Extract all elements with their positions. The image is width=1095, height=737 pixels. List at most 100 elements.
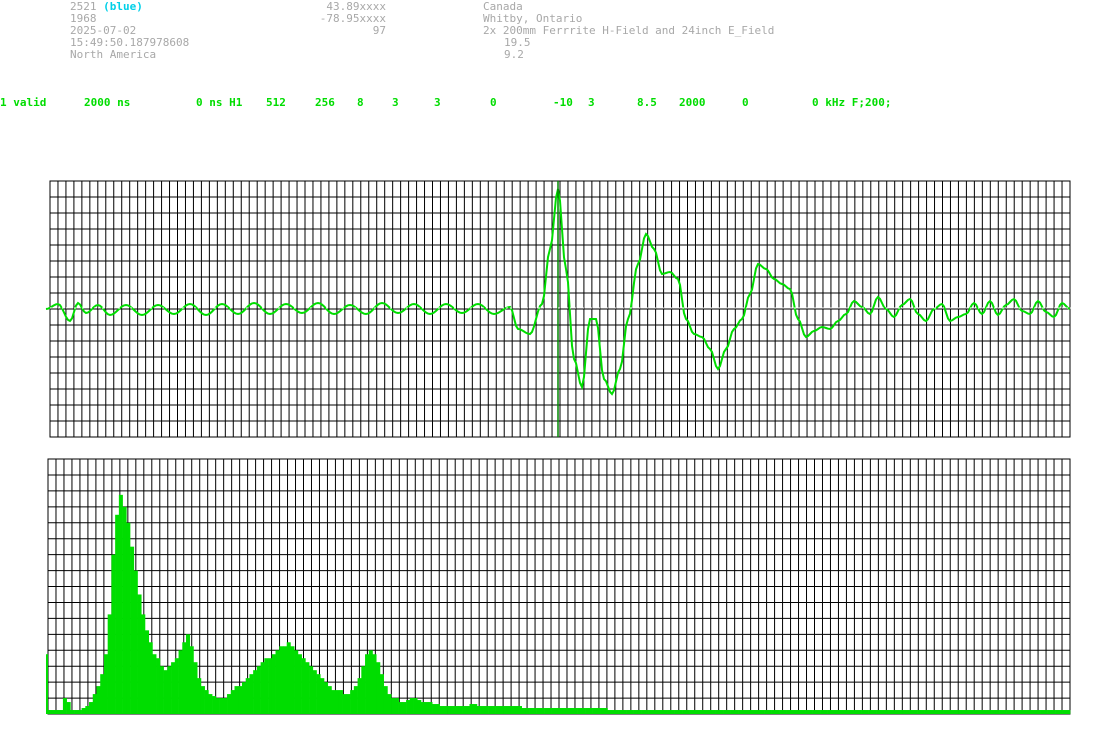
spectrum-bar (141, 614, 146, 714)
spectrum-bar (823, 710, 828, 714)
spectrum-bar (387, 694, 392, 714)
spectrum-bar (458, 706, 463, 714)
spectrum-bar (394, 698, 399, 714)
spectrum-bar (439, 706, 444, 714)
spectrum-bar (622, 710, 627, 714)
spectrum-bar (775, 710, 780, 714)
spectrum-bar (715, 710, 720, 714)
spectrum-bar (749, 710, 754, 714)
spectrum-bar (264, 658, 269, 714)
spectrum-bar (741, 710, 746, 714)
spectrum-bar (379, 674, 384, 714)
spectrum-bar (133, 570, 138, 714)
spectrum-bar (853, 710, 858, 714)
spectrum-bar (316, 674, 321, 714)
spectrum-bar (719, 710, 724, 714)
spectrum-bar (626, 710, 631, 714)
spectrum-bar (178, 650, 183, 714)
spectrum-bar (711, 710, 716, 714)
spectrum-bar (682, 710, 687, 714)
spectrum-bar (697, 710, 702, 714)
spectrum-bar (1028, 710, 1033, 714)
spectrum-bar (223, 698, 228, 714)
spectrum-bar (600, 708, 605, 714)
spectrum-bar (324, 682, 329, 715)
spectrum-bar (189, 646, 194, 714)
spectrum-bar (1017, 710, 1022, 714)
spectrum-bar (260, 662, 265, 714)
spectrum-bar (238, 686, 243, 714)
spectrum-bar (838, 710, 843, 714)
spectrum-bar (473, 704, 478, 714)
spectrum-bar (704, 710, 709, 714)
spectrum-bar (726, 710, 731, 714)
spectrum-bar (958, 710, 963, 714)
spectrum-bar (409, 698, 414, 714)
spectrum-bar (171, 662, 176, 714)
spectrum-bar (1040, 710, 1045, 714)
spectrum-bar (208, 694, 213, 714)
spectrum-bar (1066, 710, 1071, 714)
spectrum-bar (503, 706, 508, 714)
spectrum-bar (723, 710, 728, 714)
spectrum-bar (309, 666, 314, 714)
spectrum-bar (499, 706, 504, 714)
spectrum-bar (368, 650, 373, 714)
spectrum-bar (249, 674, 254, 714)
spectrum-bar (790, 710, 795, 714)
spectrum-bar (447, 706, 452, 714)
spectrum-bar (402, 702, 407, 714)
spectrum-bar (603, 708, 608, 714)
spectrum-bar (581, 708, 586, 714)
spectrum-bar (331, 690, 336, 714)
spectrum-bar (525, 708, 530, 714)
spectrum-bar (562, 708, 567, 714)
spectrum-bar (245, 678, 250, 714)
spectrum-bar (96, 686, 101, 714)
spectrum-bar (66, 702, 71, 714)
spectrum-bar (305, 662, 310, 714)
spectrum-bar (752, 710, 757, 714)
spectrum-bar (491, 706, 496, 714)
spectrum-bar (674, 710, 679, 714)
spectrum-bar (708, 710, 713, 714)
spectrum-bar (540, 708, 545, 714)
spectrum-bar (961, 710, 966, 714)
spectrum-bar (159, 666, 164, 714)
spectrum-bar (689, 710, 694, 714)
spectrum-bar (506, 706, 511, 714)
spectrum-bar (827, 710, 832, 714)
spectrum-bar (118, 494, 123, 714)
spectrum-bar (342, 694, 347, 714)
spectrum-bar (793, 710, 799, 714)
spectrum-bar (92, 694, 97, 714)
spectrum-bar (730, 710, 735, 714)
spectrum-bar (1025, 710, 1030, 714)
spectrum-bar (984, 710, 989, 714)
spectrum-bar (965, 710, 970, 714)
spectrum-bar (268, 658, 273, 714)
spectrum-bar (633, 710, 638, 714)
spectrum-bar (465, 706, 470, 714)
spectrum-bar (77, 710, 82, 714)
spectrum-bar (655, 710, 661, 714)
spectrum-bar (294, 650, 299, 714)
spectrum-bar (547, 708, 552, 714)
spectrum-bar (928, 710, 933, 714)
spectrum-bar (454, 706, 459, 714)
spectrum-bar (641, 710, 646, 714)
spectrum-bar (1055, 710, 1060, 714)
spectrum-bar (905, 710, 910, 714)
spectrum-bar (678, 710, 683, 714)
spectrum-bar (738, 710, 743, 714)
spectrum-bar (219, 698, 224, 714)
spectrum-bar (685, 710, 690, 714)
spectrum-bar (883, 710, 888, 714)
spectrum-bar (771, 710, 776, 714)
spectrum-bar (805, 710, 810, 714)
spectrum-bar (55, 710, 60, 714)
spectrum-bar (760, 710, 765, 714)
spectrum-bar (193, 662, 198, 714)
spectrum-bar (648, 710, 653, 714)
spectrum-bar (872, 710, 877, 714)
